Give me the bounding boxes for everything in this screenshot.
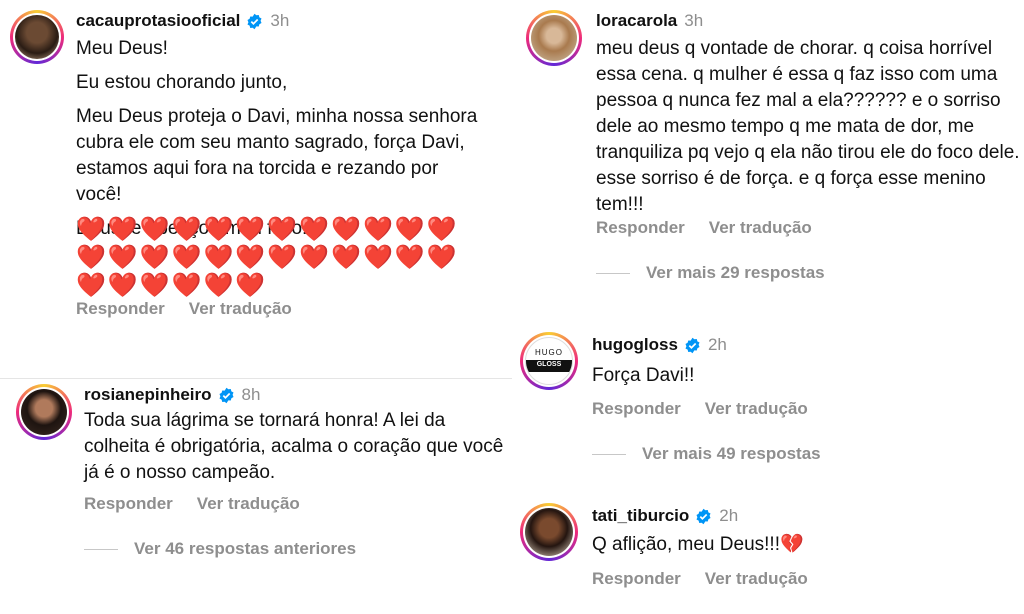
comment-paragraph: Meu Deus proteja o Davi, minha nossa sen… — [76, 106, 478, 205]
reply-button[interactable]: Responder — [592, 399, 681, 419]
reply-button[interactable]: Responder — [592, 569, 681, 589]
reply-button[interactable]: Responder — [76, 299, 165, 319]
timestamp: 8h — [241, 385, 261, 404]
translate-button[interactable]: Ver tradução — [189, 299, 292, 319]
replies-line — [84, 548, 118, 550]
avatar[interactable] — [520, 503, 578, 561]
verified-badge-icon — [696, 508, 711, 524]
comment-paragraph: Meu Deus! — [76, 38, 168, 59]
view-previous-replies[interactable]: Ver 46 respostas anteriores — [84, 539, 356, 559]
comment-text: Q aflição, meu Deus!!!💔 — [592, 532, 1012, 566]
verified-badge-icon — [685, 337, 700, 353]
avatar-logo-top: HUGO — [535, 348, 563, 357]
verified-badge-icon — [247, 13, 262, 29]
translate-button[interactable]: Ver tradução — [705, 569, 808, 589]
translate-button[interactable]: Ver tradução — [197, 494, 300, 514]
translate-button[interactable]: Ver tradução — [709, 218, 812, 238]
view-more-replies[interactable]: Ver mais 29 respostas — [596, 263, 825, 283]
username[interactable]: hugogloss — [592, 335, 678, 355]
username[interactable]: tati_tiburcio — [592, 506, 689, 526]
timestamp: 3h — [270, 11, 290, 30]
reply-button[interactable]: Responder — [84, 494, 173, 514]
comment-paragraph: Q aflição, meu Deus!!!💔 — [592, 534, 804, 555]
avatar[interactable] — [526, 10, 582, 66]
avatar[interactable]: HUGO GLOSS — [520, 332, 578, 390]
view-replies-label[interactable]: Ver mais 49 respostas — [642, 444, 821, 464]
comment-text: meu deus q vontade de chorar. q coisa ho… — [596, 36, 1021, 226]
view-more-replies[interactable]: Ver mais 49 respostas — [592, 444, 821, 464]
comment-text: Toda sua lágrima se tornará honra! A lei… — [84, 408, 504, 494]
translate-button[interactable]: Ver tradução — [705, 399, 808, 419]
divider — [0, 378, 512, 379]
verified-badge-icon — [219, 387, 234, 403]
avatar-logo-bottom: GLOSS — [536, 361, 562, 368]
view-replies-label[interactable]: Ver 46 respostas anteriores — [134, 539, 356, 559]
timestamp: 2h — [707, 335, 727, 354]
reply-button[interactable]: Responder — [596, 218, 685, 238]
replies-line — [592, 453, 626, 455]
comment-paragraph: meu deus q vontade de chorar. q coisa ho… — [596, 38, 1020, 215]
comment-text: Força Davi!! — [592, 363, 1012, 397]
timestamp: 2h — [719, 506, 739, 525]
avatar[interactable] — [16, 384, 72, 440]
avatar[interactable] — [10, 10, 64, 64]
timestamp: 3h — [684, 11, 704, 30]
comment-paragraph: Força Davi!! — [592, 365, 695, 386]
comment-paragraph: Eu estou chorando junto, — [76, 72, 288, 93]
heart-emojis: ❤️❤️❤️❤️❤️❤️❤️❤️❤️❤️❤️❤️❤️❤️❤️❤️❤️❤️❤️❤️… — [76, 216, 459, 299]
view-replies-label[interactable]: Ver mais 29 respostas — [646, 263, 825, 283]
username[interactable]: loracarola — [596, 11, 677, 31]
replies-line — [596, 272, 630, 274]
username[interactable]: cacauprotasiooficial — [76, 11, 240, 31]
comment-paragraph: Toda sua lágrima se tornará honra! A lei… — [84, 410, 504, 483]
username[interactable]: rosianepinheiro — [84, 385, 212, 405]
